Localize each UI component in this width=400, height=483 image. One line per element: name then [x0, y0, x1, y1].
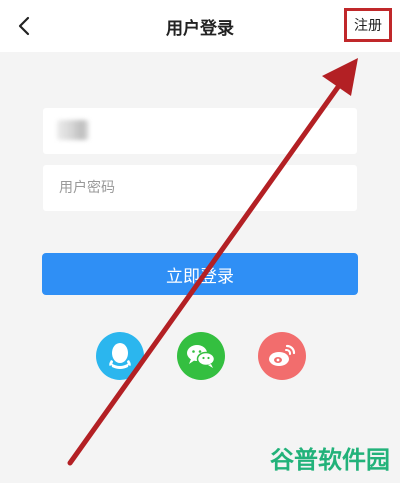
username-blurred-value	[57, 120, 89, 140]
annotation-arrow	[67, 58, 358, 466]
weibo-login-button[interactable]	[258, 332, 306, 380]
login-button[interactable]: 立即登录	[42, 253, 358, 295]
username-field[interactable]	[43, 108, 357, 154]
register-button[interactable]: 注册	[344, 8, 392, 42]
wechat-login-button[interactable]	[177, 332, 225, 380]
qq-login-button[interactable]	[96, 332, 144, 380]
top-bar: 用户登录 注册	[0, 0, 400, 52]
password-field[interactable]	[43, 165, 357, 211]
page-title: 用户登录	[166, 19, 234, 39]
wechat-icon	[187, 345, 216, 368]
watermark: 谷普软件园	[270, 446, 390, 474]
qq-icon	[109, 343, 131, 369]
weibo-icon	[269, 344, 296, 366]
